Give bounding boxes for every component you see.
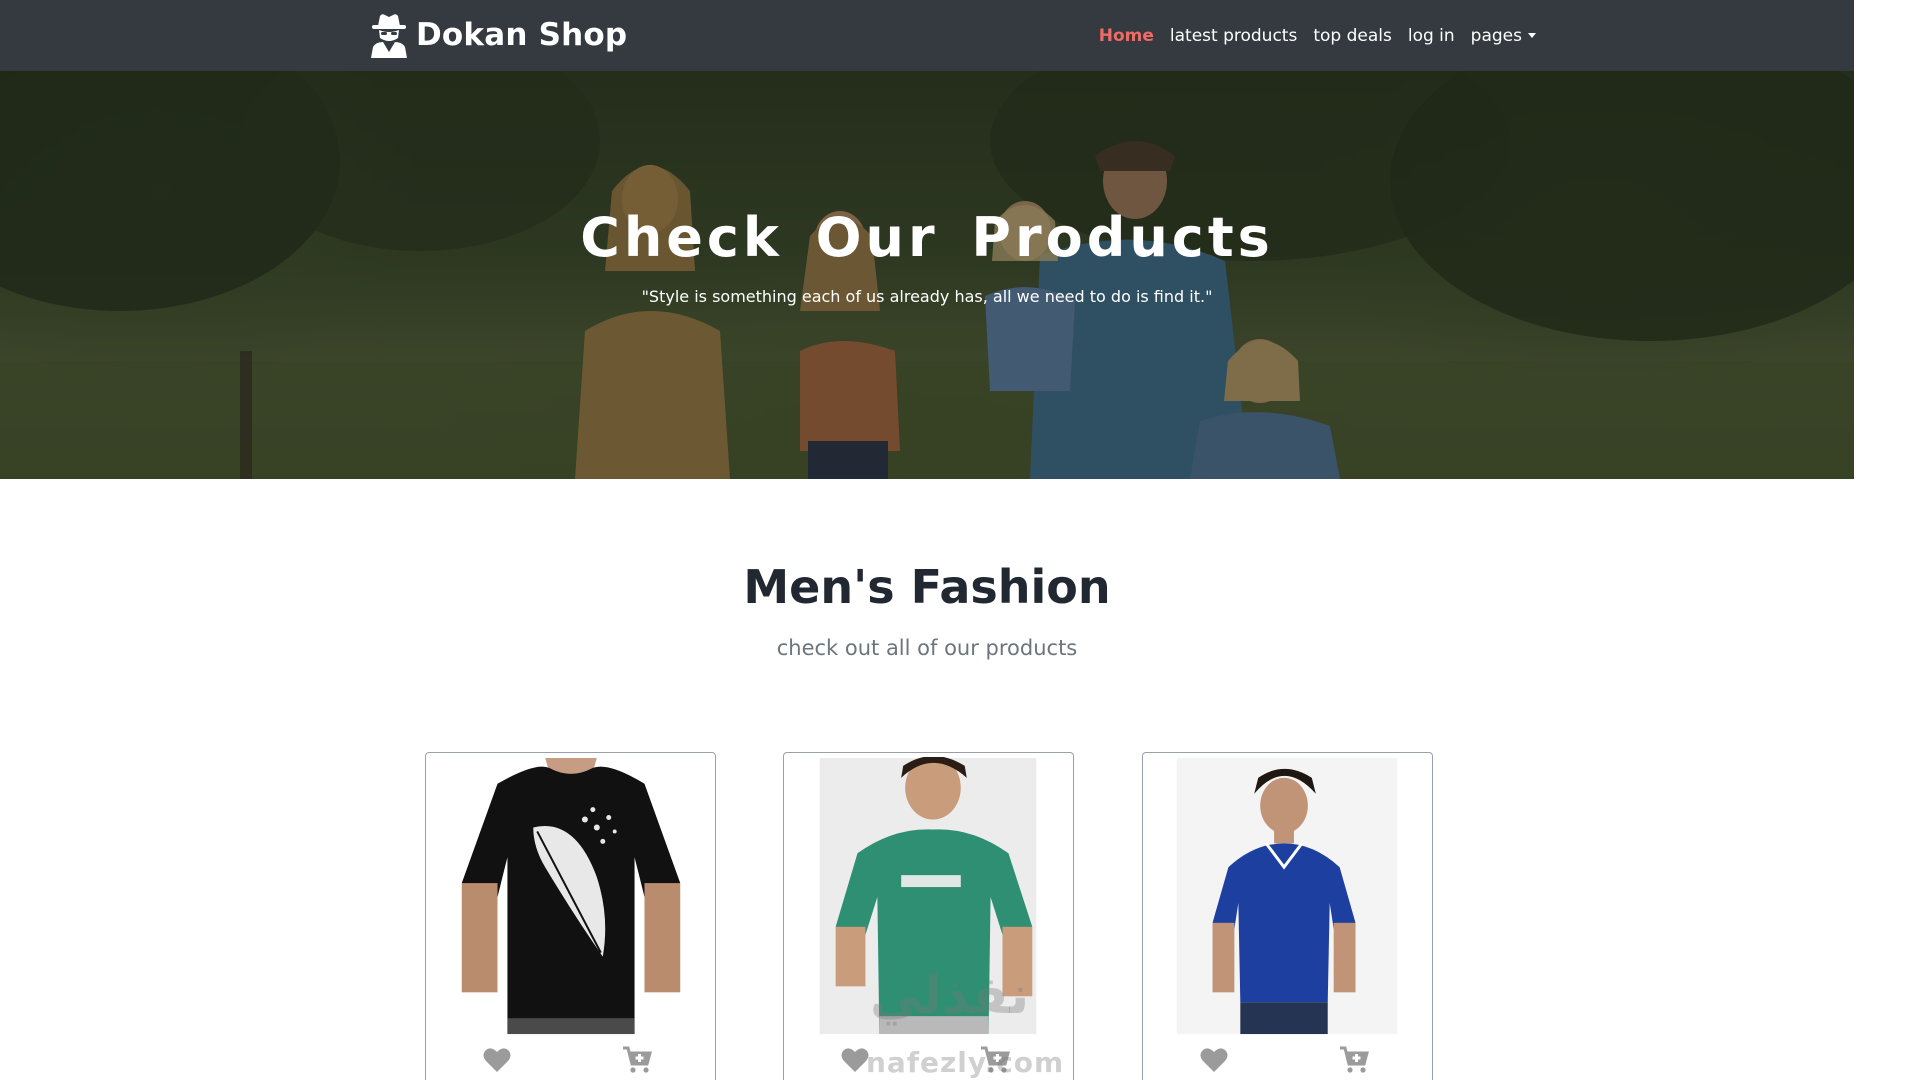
heart-icon[interactable] xyxy=(840,1045,870,1075)
green-tshirt-image xyxy=(784,755,1073,1035)
blank-margin xyxy=(1854,0,1920,1080)
nav-pages-dropdown[interactable]: pages xyxy=(1471,26,1536,46)
hero-overlay xyxy=(0,71,1854,479)
page: Dokan Shop Home latest products top deal… xyxy=(0,0,1854,1080)
product-image[interactable] xyxy=(1143,757,1432,1035)
nav-home[interactable]: Home xyxy=(1099,26,1154,46)
hero-title: Check Our Products xyxy=(580,206,1274,269)
product-image[interactable] xyxy=(426,757,715,1035)
nav-latest-products[interactable]: latest products xyxy=(1170,26,1297,46)
nav-links: Home latest products top deals log in pa… xyxy=(1099,0,1536,71)
cart-plus-icon[interactable] xyxy=(1339,1045,1369,1075)
black-tshirt-image xyxy=(426,757,715,1035)
hero-banner: Check Our Products "Style is something e… xyxy=(0,71,1854,479)
product-card[interactable] xyxy=(425,752,716,1080)
cart-plus-icon[interactable] xyxy=(980,1045,1010,1075)
heart-icon[interactable] xyxy=(482,1045,512,1075)
spy-icon xyxy=(371,14,407,58)
heart-icon[interactable] xyxy=(1199,1045,1229,1075)
product-actions xyxy=(426,1045,715,1080)
section-subtitle: check out all of our products xyxy=(776,636,1078,660)
product-image[interactable] xyxy=(784,755,1073,1035)
nav-pages-label: pages xyxy=(1470,25,1522,46)
product-actions xyxy=(784,1045,1073,1080)
brand[interactable]: Dokan Shop xyxy=(368,6,627,64)
product-actions xyxy=(1143,1045,1432,1080)
navbar: Dokan Shop Home latest products top deal… xyxy=(0,0,1854,71)
product-card[interactable] xyxy=(783,752,1074,1080)
nav-log-in[interactable]: log in xyxy=(1408,26,1455,46)
section-title: Men's Fashion xyxy=(743,560,1111,614)
cart-plus-icon[interactable] xyxy=(622,1045,652,1075)
product-card[interactable] xyxy=(1142,752,1433,1080)
hero-quote: "Style is something each of us already h… xyxy=(641,287,1213,306)
nav-top-deals[interactable]: top deals xyxy=(1313,26,1392,46)
brand-name: Dokan Shop xyxy=(416,17,628,53)
blue-polo-image xyxy=(1143,757,1432,1035)
caret-down-icon xyxy=(1528,33,1536,38)
